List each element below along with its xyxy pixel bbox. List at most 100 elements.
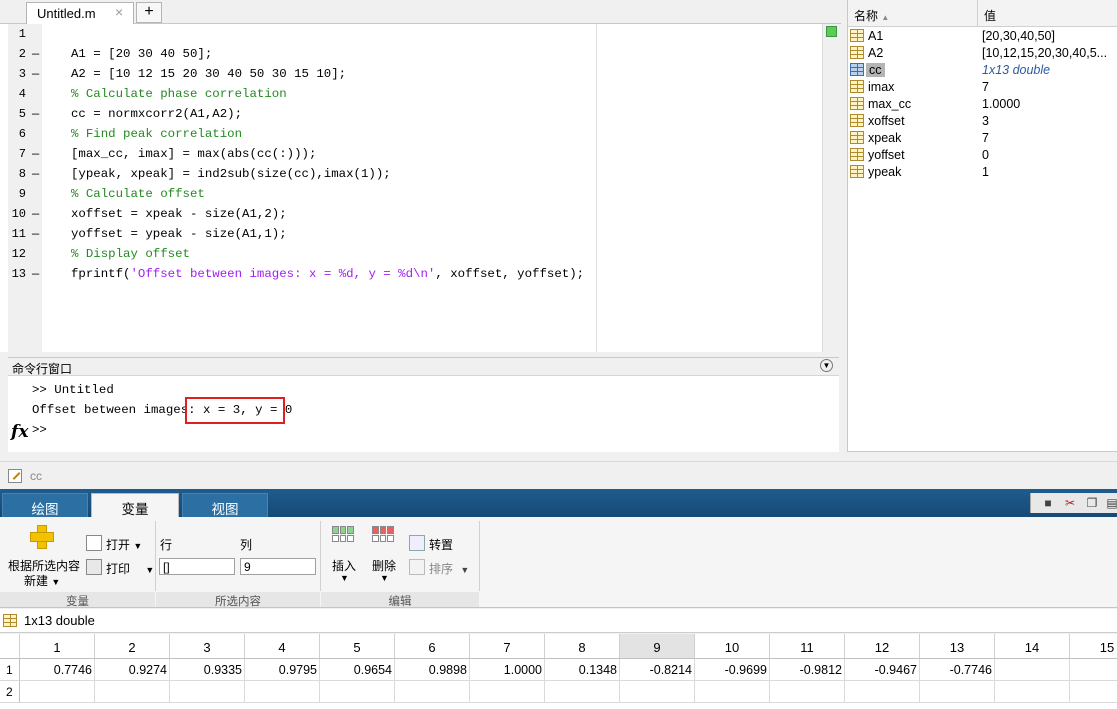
- save-icon[interactable]: ■: [1041, 496, 1055, 510]
- table-cell[interactable]: [95, 681, 170, 703]
- breakpoint-marker[interactable]: —: [32, 67, 40, 81]
- table-cell[interactable]: 0.1348: [545, 659, 620, 681]
- column-header[interactable]: 13: [920, 634, 995, 659]
- breakpoint-marker[interactable]: —: [32, 147, 40, 161]
- table-cell[interactable]: [245, 681, 320, 703]
- command-prompt[interactable]: >>: [32, 423, 47, 437]
- delete-button[interactable]: 删除: [372, 557, 396, 574]
- code-line[interactable]: A1 = [20 30 40 50];: [71, 47, 212, 61]
- workspace-row-xoffset[interactable]: xoffset 3: [848, 112, 1117, 129]
- tab-variable[interactable]: 变量: [91, 493, 179, 517]
- column-header-value[interactable]: 值: [984, 7, 996, 24]
- column-header[interactable]: 2: [95, 634, 170, 659]
- paste-icon[interactable]: ▤: [1105, 496, 1117, 510]
- new-button[interactable]: 新建 ▼: [24, 572, 60, 589]
- table-cell[interactable]: [695, 681, 770, 703]
- add-tab-button[interactable]: +: [136, 2, 162, 23]
- table-cell[interactable]: -0.9812: [770, 659, 845, 681]
- table-cell[interactable]: -0.8214: [620, 659, 695, 681]
- code-line[interactable]: cc = normxcorr2(A1,A2);: [71, 107, 242, 121]
- table-cell[interactable]: [995, 681, 1070, 703]
- code-line[interactable]: fprintf('Offset between images: x = %d, …: [71, 267, 584, 281]
- table-cell[interactable]: [620, 681, 695, 703]
- table-cell[interactable]: 0.9795: [245, 659, 320, 681]
- column-header[interactable]: 4: [245, 634, 320, 659]
- variable-grid[interactable]: 1 2 3 4 5 6 7 8 9 10 11 12 13 14 15 1 0.7746 0.9274 0.9335…: [0, 634, 1117, 709]
- table-cell[interactable]: 0.9274: [95, 659, 170, 681]
- row-header[interactable]: 1: [0, 659, 20, 681]
- column-header[interactable]: 14: [995, 634, 1070, 659]
- tab-view[interactable]: 视图: [182, 493, 268, 517]
- insert-dropdown-icon[interactable]: ▼: [340, 573, 349, 583]
- column-header[interactable]: 1: [20, 634, 95, 659]
- column-header[interactable]: 9: [620, 634, 695, 659]
- workspace-row-ypeak[interactable]: ypeak 1: [848, 163, 1117, 180]
- table-cell[interactable]: [545, 681, 620, 703]
- open-button[interactable]: 打开 ▼: [106, 536, 142, 553]
- column-divider[interactable]: [977, 0, 978, 27]
- table-cell[interactable]: [770, 681, 845, 703]
- code-analyzer-status-icon[interactable]: [826, 26, 837, 37]
- print-button[interactable]: 打印 ▼: [106, 560, 154, 577]
- workspace-row-cc[interactable]: cc 1x13 double: [848, 61, 1117, 78]
- code-line[interactable]: % Calculate phase correlation: [71, 87, 287, 101]
- table-cell[interactable]: [845, 681, 920, 703]
- column-header[interactable]: 7: [470, 634, 545, 659]
- grid-corner[interactable]: [0, 634, 20, 659]
- delete-dropdown-icon[interactable]: ▼: [380, 573, 389, 583]
- command-window[interactable]: >> Untitled Offset between images: x = 3…: [8, 375, 839, 452]
- breakpoint-marker[interactable]: —: [32, 167, 40, 181]
- table-cell[interactable]: [20, 681, 95, 703]
- table-cell[interactable]: 0.9654: [320, 659, 395, 681]
- editor-scrollbar[interactable]: [822, 24, 841, 352]
- breakpoint-marker[interactable]: —: [32, 267, 40, 281]
- workspace-row-A2[interactable]: A2 [10,12,15,20,30,40,5...: [848, 44, 1117, 61]
- code-line[interactable]: % Calculate offset: [71, 187, 205, 201]
- table-cell[interactable]: [395, 681, 470, 703]
- column-header[interactable]: 12: [845, 634, 920, 659]
- table-cell[interactable]: [1070, 659, 1117, 681]
- copy-icon[interactable]: ❐: [1085, 496, 1099, 510]
- breakpoint-marker[interactable]: —: [32, 107, 40, 121]
- column-header[interactable]: 15: [1070, 634, 1117, 659]
- table-cell[interactable]: -0.7746: [920, 659, 995, 681]
- column-header[interactable]: 11: [770, 634, 845, 659]
- workspace-row-A1[interactable]: A1 [20,30,40,50]: [848, 27, 1117, 44]
- table-cell[interactable]: [995, 659, 1070, 681]
- table-cell[interactable]: [1070, 681, 1117, 703]
- tab-untitled[interactable]: Untitled.m ×: [26, 2, 134, 24]
- row-selection-input[interactable]: [159, 558, 235, 575]
- function-browser-icon[interactable]: fx: [11, 422, 28, 442]
- breakpoint-marker[interactable]: —: [32, 227, 40, 241]
- breakpoint-marker[interactable]: —: [32, 47, 40, 61]
- code-line[interactable]: yoffset = ypeak - size(A1,1);: [71, 227, 287, 241]
- column-header[interactable]: 5: [320, 634, 395, 659]
- workspace-row-max-cc[interactable]: max_cc 1.0000: [848, 95, 1117, 112]
- column-header[interactable]: 3: [170, 634, 245, 659]
- sort-button[interactable]: 排序 ▼: [429, 560, 469, 577]
- table-cell[interactable]: 1.0000: [470, 659, 545, 681]
- chevron-down-icon[interactable]: ▼: [820, 359, 833, 372]
- table-cell[interactable]: [320, 681, 395, 703]
- breakpoint-marker[interactable]: —: [32, 207, 40, 221]
- code-line[interactable]: [ypeak, xpeak] = ind2sub(size(cc),imax(1…: [71, 167, 391, 181]
- table-cell[interactable]: 0.7746: [20, 659, 95, 681]
- code-line[interactable]: % Display offset: [71, 247, 190, 261]
- column-header[interactable]: 10: [695, 634, 770, 659]
- column-header-name[interactable]: 名称 ▲: [854, 7, 889, 24]
- workspace-row-xpeak[interactable]: xpeak 7: [848, 129, 1117, 146]
- table-cell[interactable]: [920, 681, 995, 703]
- column-header[interactable]: 8: [545, 634, 620, 659]
- table-cell[interactable]: [470, 681, 545, 703]
- row-header[interactable]: 2: [0, 681, 20, 703]
- table-cell[interactable]: 0.9898: [395, 659, 470, 681]
- table-cell[interactable]: [170, 681, 245, 703]
- code-line[interactable]: % Find peak correlation: [71, 127, 242, 141]
- code-line[interactable]: [max_cc, imax] = max(abs(cc(:)));: [71, 147, 316, 161]
- close-icon[interactable]: ×: [115, 4, 123, 20]
- workspace-row-yoffset[interactable]: yoffset 0: [848, 146, 1117, 163]
- column-header[interactable]: 6: [395, 634, 470, 659]
- code-line[interactable]: A2 = [10 12 15 20 30 40 50 30 15 10];: [71, 67, 346, 81]
- code-line[interactable]: xoffset = xpeak - size(A1,2);: [71, 207, 287, 221]
- insert-button[interactable]: 插入: [332, 557, 356, 574]
